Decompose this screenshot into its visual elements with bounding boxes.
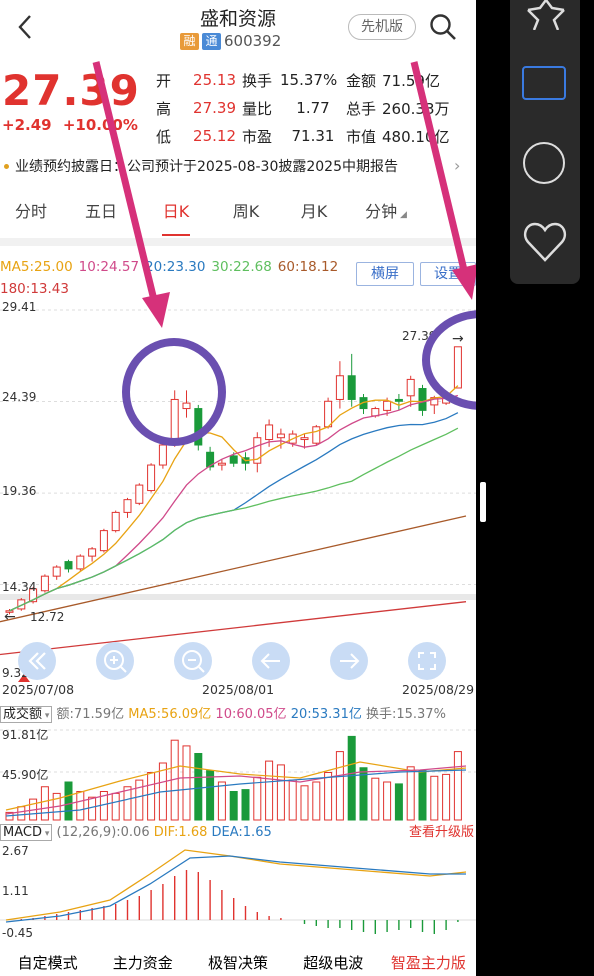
star-icon[interactable]: [524, 0, 568, 30]
heart-icon[interactable]: [522, 220, 568, 264]
scrollbar-thumb[interactable]: [480, 482, 486, 522]
circle-tool-icon[interactable]: [523, 142, 565, 184]
rectangle-tool-icon[interactable]: [522, 66, 566, 100]
annotation-arrowhead: [142, 292, 170, 328]
annotation-arrow: [92, 61, 158, 301]
stock-detail-screen: 盛和资源 融 通 600392 先机版 27.39 +2.49 +10.00% …: [0, 0, 476, 976]
annotation-circle: [422, 310, 476, 410]
annotation-arrow: [410, 61, 468, 271]
annotation-circle: [122, 338, 226, 446]
annotation-overlay: [92, 61, 476, 446]
annotation-arrowhead: [452, 264, 476, 300]
floating-toolbar: [510, 0, 580, 284]
